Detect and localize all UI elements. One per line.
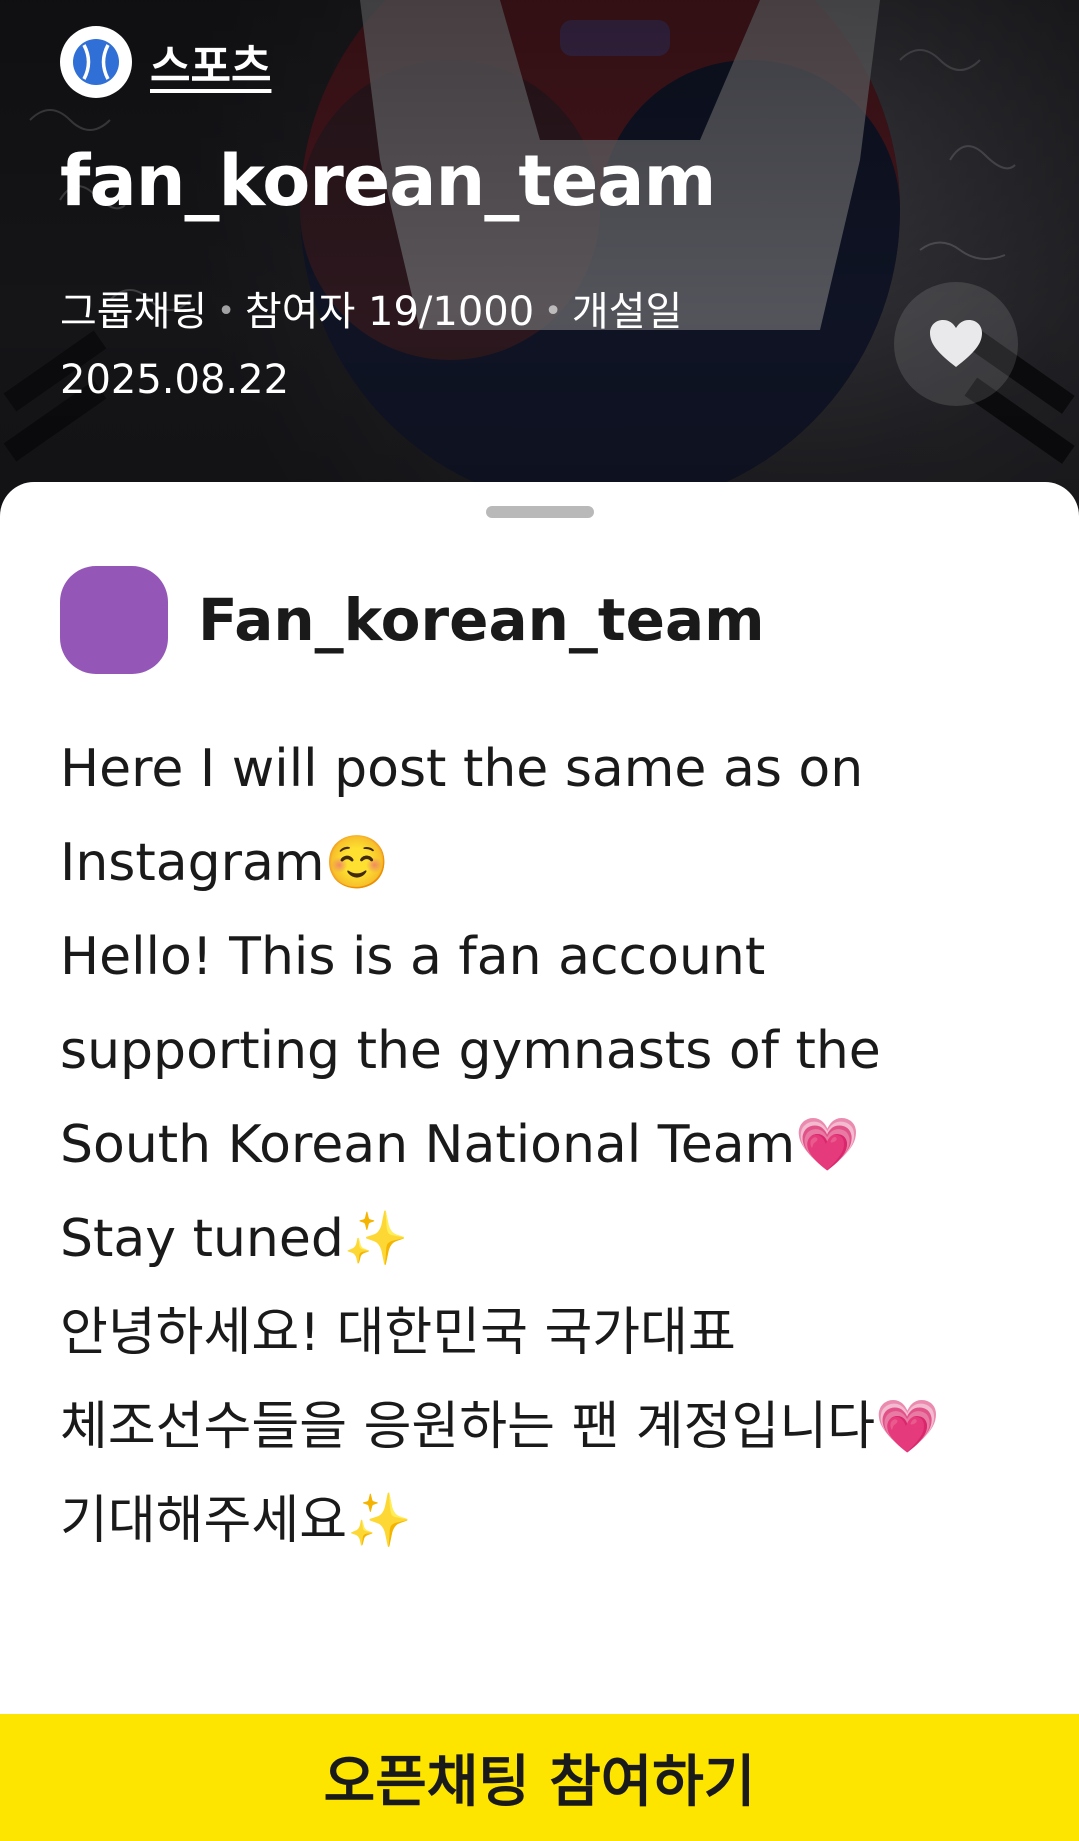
description-line: 안녕하세요! 대한민국 국가대표	[60, 1303, 736, 1363]
like-button[interactable]	[894, 282, 1018, 406]
opened-date: 2025.08.22	[60, 357, 290, 403]
room-type: 그룹채팅	[60, 289, 208, 335]
join-open-chat-button[interactable]: 오픈채팅 참여하기	[0, 1714, 1079, 1841]
description-line: 체조선수들을 응원하는 팬 계정입니다💗	[60, 1397, 940, 1457]
baseball-icon	[60, 26, 132, 98]
separator-dot: •	[544, 294, 562, 329]
description-line: supporting the gymnasts of the	[60, 1021, 881, 1081]
category-link[interactable]: 스포츠	[60, 26, 271, 98]
avatar	[60, 566, 168, 674]
drag-handle[interactable]	[486, 506, 594, 518]
description-line: 기대해주세요✨	[60, 1491, 412, 1551]
description-line: Here I will post the same as on	[60, 739, 864, 799]
category-label: 스포츠	[150, 41, 272, 92]
heart-icon	[930, 320, 982, 367]
description-line: South Korean National Team💗	[60, 1115, 860, 1175]
description-line: Instagram☺️	[60, 833, 390, 893]
open-chat-profile-page: 스포츠 fan_korean_team 그룹채팅 • 참여자 19/1000 • 개설일…	[0, 0, 1079, 1841]
info-sheet: Fan_korean_team Here I will post the sam…	[0, 482, 1079, 1712]
room-title: fan_korean_team	[60, 140, 716, 222]
description-line: Stay tuned✨	[60, 1209, 409, 1269]
participant-count: 참여자 19/1000	[244, 289, 535, 335]
room-meta: 그룹채팅 • 참여자 19/1000 • 개설일 2025.08.22	[60, 278, 780, 414]
opened-label: 개설일	[571, 289, 683, 335]
cover-image: 스포츠 fan_korean_team 그룹채팅 • 참여자 19/1000 • 개설일…	[0, 0, 1079, 520]
host-name: Fan_korean_team	[198, 586, 765, 654]
description-line: Hello! This is a fan account	[60, 927, 766, 987]
host-profile: Fan_korean_team	[60, 566, 765, 674]
room-description: Here I will post the same as on Instagra…	[60, 722, 1040, 1568]
separator-dot: •	[217, 294, 235, 329]
